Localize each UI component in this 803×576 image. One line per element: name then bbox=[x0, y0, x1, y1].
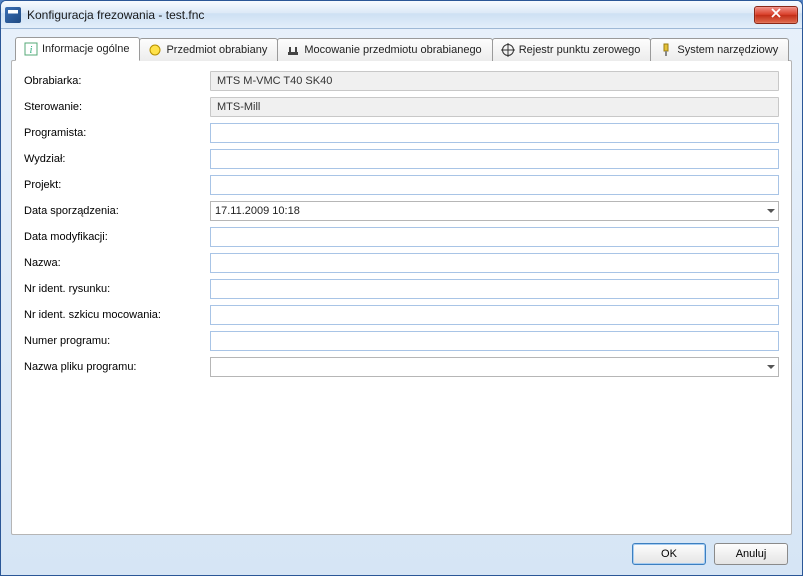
tab-label: Mocowanie przedmiotu obrabianego bbox=[304, 44, 481, 56]
label-modified: Data modyfikacji: bbox=[24, 229, 204, 245]
label-created: Data sporządzenia: bbox=[24, 203, 204, 219]
tool-icon bbox=[659, 43, 673, 57]
field-programmer[interactable] bbox=[210, 123, 779, 143]
window-title: Konfiguracja frezowania - test.fnc bbox=[27, 8, 754, 22]
label-programmer: Programista: bbox=[24, 125, 204, 141]
field-program-file-input[interactable] bbox=[210, 357, 779, 377]
tab-row: i Informacje ogólne Przedmiot obrabiany … bbox=[15, 38, 792, 61]
field-program-no[interactable] bbox=[210, 331, 779, 351]
titlebar[interactable]: Konfiguracja frezowania - test.fnc bbox=[1, 1, 802, 29]
label-program-file: Nazwa pliku programu: bbox=[24, 359, 204, 375]
label-program-no: Numer programu: bbox=[24, 333, 204, 349]
circle-icon bbox=[148, 43, 162, 57]
field-control: MTS-Mill bbox=[210, 97, 779, 117]
tab-label: Przedmiot obrabiany bbox=[166, 44, 267, 56]
label-fixture-id: Nr ident. szkicu mocowania: bbox=[24, 307, 204, 323]
tab-panel: Obrabiarka: MTS M-VMC T40 SK40 Sterowani… bbox=[11, 60, 792, 535]
dialog-window: Konfiguracja frezowania - test.fnc i Inf… bbox=[0, 0, 803, 576]
close-button[interactable] bbox=[754, 6, 798, 24]
clamp-icon bbox=[286, 43, 300, 57]
field-modified[interactable] bbox=[210, 227, 779, 247]
field-machine: MTS M-VMC T40 SK40 bbox=[210, 71, 779, 91]
field-created[interactable] bbox=[210, 201, 779, 221]
close-icon bbox=[771, 8, 781, 21]
label-name: Nazwa: bbox=[24, 255, 204, 271]
field-department[interactable] bbox=[210, 149, 779, 169]
tab-general-info[interactable]: i Informacje ogólne bbox=[15, 37, 140, 61]
label-drawing-id: Nr ident. rysunku: bbox=[24, 281, 204, 297]
tab-workpiece[interactable]: Przedmiot obrabiany bbox=[139, 38, 278, 61]
field-created-input[interactable] bbox=[210, 201, 779, 221]
label-project: Projekt: bbox=[24, 177, 204, 193]
field-project[interactable] bbox=[210, 175, 779, 195]
form-grid: Obrabiarka: MTS M-VMC T40 SK40 Sterowani… bbox=[24, 71, 779, 377]
svg-text:i: i bbox=[30, 45, 33, 56]
label-control: Sterowanie: bbox=[24, 99, 204, 115]
tab-tool-system[interactable]: System narzędziowy bbox=[650, 38, 789, 61]
app-icon bbox=[5, 7, 21, 23]
tab-label: Informacje ogólne bbox=[42, 43, 129, 55]
field-program-file[interactable] bbox=[210, 357, 779, 377]
field-name[interactable] bbox=[210, 253, 779, 273]
tab-label: Rejestr punktu zerowego bbox=[519, 44, 641, 56]
info-icon: i bbox=[24, 42, 38, 56]
tab-zero-register[interactable]: Rejestr punktu zerowego bbox=[492, 38, 652, 61]
ok-button[interactable]: OK bbox=[632, 543, 706, 565]
field-drawing-id[interactable] bbox=[210, 279, 779, 299]
label-machine: Obrabiarka: bbox=[24, 73, 204, 89]
cancel-button[interactable]: Anuluj bbox=[714, 543, 788, 565]
tab-label: System narzędziowy bbox=[677, 44, 778, 56]
field-fixture-id[interactable] bbox=[210, 305, 779, 325]
content-area: i Informacje ogólne Przedmiot obrabiany … bbox=[1, 29, 802, 575]
target-icon bbox=[501, 43, 515, 57]
footer: OK Anuluj bbox=[11, 535, 792, 567]
label-department: Wydział: bbox=[24, 151, 204, 167]
tab-fixture[interactable]: Mocowanie przedmiotu obrabianego bbox=[277, 38, 492, 61]
